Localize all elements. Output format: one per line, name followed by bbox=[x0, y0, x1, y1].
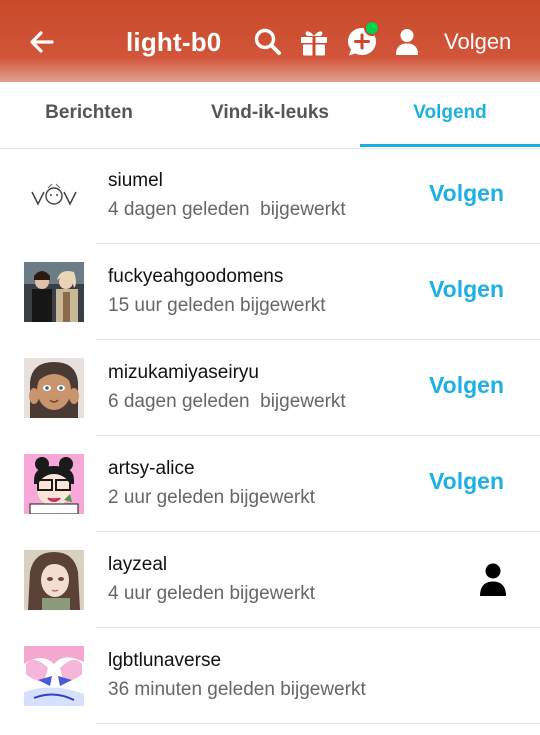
tab-volgend[interactable]: Volgend bbox=[360, 82, 540, 146]
search-icon bbox=[254, 28, 281, 55]
blog-name[interactable]: fuckyeahgoodomens bbox=[108, 266, 283, 288]
gift-button[interactable] bbox=[296, 24, 332, 60]
tab-vind-ik-leuks[interactable]: Vind-ik-leuks bbox=[180, 82, 360, 146]
search-button[interactable] bbox=[250, 24, 286, 60]
avatar[interactable] bbox=[24, 166, 84, 226]
list-item[interactable]: lgbtlunaverse 36 minuten geleden bijgewe… bbox=[0, 628, 540, 724]
divider bbox=[96, 723, 540, 724]
profile-button[interactable] bbox=[390, 24, 424, 60]
person-icon bbox=[480, 563, 506, 596]
blog-name[interactable]: lgbtlunaverse bbox=[108, 650, 221, 672]
tab-bar: Berichten Vind-ik-leuks Volgend bbox=[0, 82, 540, 149]
last-updated: 15 uur geleden bijgewerkt bbox=[108, 295, 326, 316]
avatar[interactable] bbox=[24, 454, 84, 514]
follow-blog-button[interactable]: Volgen bbox=[444, 24, 511, 60]
messages-button[interactable] bbox=[342, 20, 382, 62]
tab-berichten[interactable]: Berichten bbox=[10, 82, 168, 146]
last-updated: 6 dagen geleden bijgewerkt bbox=[108, 391, 346, 412]
list-item[interactable]: fuckyeahgoodomens 15 uur geleden bijgewe… bbox=[0, 244, 540, 340]
person-icon bbox=[396, 29, 418, 55]
following-status-button[interactable] bbox=[478, 562, 508, 598]
notification-dot bbox=[364, 20, 380, 36]
last-updated: 4 uur geleden bijgewerkt bbox=[108, 583, 316, 604]
last-updated: 2 uur geleden bijgewerkt bbox=[108, 487, 316, 508]
avatar[interactable] bbox=[24, 262, 84, 322]
follow-button[interactable]: Volgen bbox=[429, 468, 504, 495]
follow-button[interactable]: Volgen bbox=[429, 372, 504, 399]
list-item[interactable]: mizukamiyaseiryu 6 dagen geleden bijgewe… bbox=[0, 340, 540, 436]
blog-name[interactable]: mizukamiyaseiryu bbox=[108, 362, 259, 384]
blog-name[interactable]: siumel bbox=[108, 170, 163, 192]
app-header: light-b0 Volgen bbox=[0, 0, 540, 82]
follow-button[interactable]: Volgen bbox=[429, 276, 504, 303]
follow-button[interactable]: Volgen bbox=[429, 180, 504, 207]
blog-title: light-b0 bbox=[126, 27, 222, 57]
blog-name[interactable]: layzeal bbox=[108, 554, 167, 576]
last-updated: 4 dagen geleden bijgewerkt bbox=[108, 199, 346, 220]
list-item[interactable]: layzeal 4 uur geleden bijgewerkt bbox=[0, 532, 540, 628]
active-tab-indicator bbox=[360, 144, 540, 147]
avatar[interactable] bbox=[24, 550, 84, 610]
list-item[interactable]: siumel 4 dagen geleden bijgewerkt Volgen bbox=[0, 148, 540, 244]
back-arrow-icon bbox=[30, 31, 54, 53]
back-button[interactable] bbox=[22, 22, 62, 62]
avatar[interactable] bbox=[24, 646, 84, 706]
avatar[interactable] bbox=[24, 358, 84, 418]
list-item[interactable]: artsy-alice 2 uur geleden bijgewerkt Vol… bbox=[0, 436, 540, 532]
blog-name[interactable]: artsy-alice bbox=[108, 458, 195, 480]
last-updated: 36 minuten geleden bijgewerkt bbox=[108, 679, 366, 700]
gift-icon bbox=[301, 31, 327, 56]
